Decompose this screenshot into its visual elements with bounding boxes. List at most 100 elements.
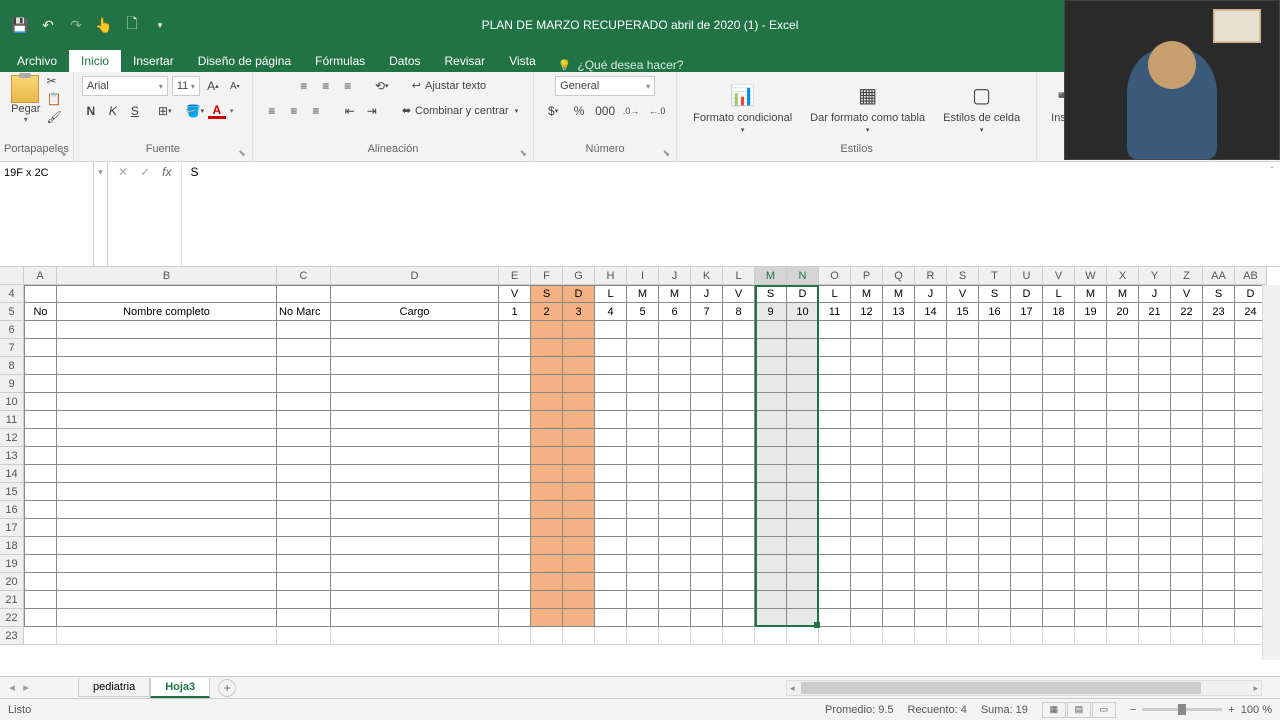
- cell[interactable]: 21: [1139, 303, 1171, 321]
- cell[interactable]: [499, 591, 531, 609]
- cell[interactable]: [627, 339, 659, 357]
- cell[interactable]: [723, 339, 755, 357]
- cell[interactable]: [1171, 501, 1203, 519]
- cell[interactable]: [24, 447, 57, 465]
- dialog-launcher-icon[interactable]: ⬊: [520, 148, 528, 159]
- cell[interactable]: [1139, 573, 1171, 591]
- number-format-select[interactable]: General▾: [555, 76, 655, 96]
- cell[interactable]: [723, 627, 755, 645]
- cell[interactable]: [787, 591, 819, 609]
- cell[interactable]: [24, 573, 57, 591]
- row-header[interactable]: 13: [0, 447, 24, 465]
- cell[interactable]: [1139, 483, 1171, 501]
- cell[interactable]: [947, 627, 979, 645]
- cell[interactable]: [979, 375, 1011, 393]
- cell[interactable]: [915, 609, 947, 627]
- cell[interactable]: [1139, 339, 1171, 357]
- cell[interactable]: [1139, 537, 1171, 555]
- cell[interactable]: [915, 483, 947, 501]
- cell[interactable]: [883, 465, 915, 483]
- cell[interactable]: [531, 627, 563, 645]
- cell[interactable]: [979, 411, 1011, 429]
- cell[interactable]: [1107, 375, 1139, 393]
- cell[interactable]: [277, 285, 331, 303]
- cell[interactable]: [24, 411, 57, 429]
- cell[interactable]: [851, 339, 883, 357]
- cell[interactable]: No: [24, 303, 57, 321]
- cell[interactable]: L: [595, 285, 627, 303]
- row-header[interactable]: 16: [0, 501, 24, 519]
- cell[interactable]: [819, 321, 851, 339]
- cell[interactable]: [1139, 591, 1171, 609]
- cell[interactable]: [1107, 411, 1139, 429]
- cell[interactable]: [563, 555, 595, 573]
- cell[interactable]: [499, 609, 531, 627]
- cell[interactable]: [883, 357, 915, 375]
- cell[interactable]: [947, 411, 979, 429]
- cell[interactable]: [659, 483, 691, 501]
- cell[interactable]: [1171, 465, 1203, 483]
- cell[interactable]: [531, 609, 563, 627]
- row-header[interactable]: 15: [0, 483, 24, 501]
- cell[interactable]: [331, 447, 499, 465]
- cell[interactable]: [1075, 357, 1107, 375]
- column-header[interactable]: P: [851, 267, 883, 285]
- cell[interactable]: [499, 501, 531, 519]
- qat-dropdown-icon[interactable]: ▾: [152, 17, 168, 33]
- cell[interactable]: [979, 555, 1011, 573]
- cell[interactable]: [531, 411, 563, 429]
- cell[interactable]: [1203, 393, 1235, 411]
- cell[interactable]: [563, 339, 595, 357]
- cell[interactable]: [595, 591, 627, 609]
- row-header[interactable]: 17: [0, 519, 24, 537]
- percent-icon[interactable]: %: [570, 102, 588, 120]
- cell[interactable]: D: [563, 285, 595, 303]
- fill-color-icon[interactable]: 🪣▾: [186, 102, 204, 120]
- cell[interactable]: 14: [915, 303, 947, 321]
- cell[interactable]: [57, 321, 277, 339]
- cell[interactable]: [531, 591, 563, 609]
- cell[interactable]: [277, 339, 331, 357]
- tab-formulas[interactable]: Fórmulas: [303, 50, 377, 72]
- italic-button[interactable]: K: [104, 102, 122, 120]
- cell[interactable]: [563, 501, 595, 519]
- cell[interactable]: [1075, 375, 1107, 393]
- column-header[interactable]: F: [531, 267, 563, 285]
- paste-button[interactable]: Pegar: [11, 103, 40, 115]
- cell[interactable]: [1011, 375, 1043, 393]
- cell[interactable]: [755, 465, 787, 483]
- cell[interactable]: V: [1171, 285, 1203, 303]
- cell[interactable]: [915, 465, 947, 483]
- cell[interactable]: [723, 573, 755, 591]
- touch-mode-icon[interactable]: 👆: [96, 17, 112, 33]
- cell[interactable]: [531, 483, 563, 501]
- cell[interactable]: [851, 573, 883, 591]
- cell[interactable]: [979, 483, 1011, 501]
- cell[interactable]: [1107, 591, 1139, 609]
- cell[interactable]: [755, 555, 787, 573]
- cell[interactable]: [1107, 519, 1139, 537]
- cell[interactable]: [595, 501, 627, 519]
- cell[interactable]: 1: [499, 303, 531, 321]
- row-header[interactable]: 10: [0, 393, 24, 411]
- cell[interactable]: V: [499, 285, 531, 303]
- cell[interactable]: [1043, 537, 1075, 555]
- cell[interactable]: [1107, 465, 1139, 483]
- save-icon[interactable]: 💾: [12, 17, 28, 33]
- cell[interactable]: [1171, 375, 1203, 393]
- cell[interactable]: [1139, 627, 1171, 645]
- cell[interactable]: [1107, 609, 1139, 627]
- cell[interactable]: No Marc: [277, 303, 331, 321]
- cell[interactable]: [691, 393, 723, 411]
- cell[interactable]: [24, 393, 57, 411]
- column-header[interactable]: B: [57, 267, 277, 285]
- undo-icon[interactable]: ↶: [40, 17, 56, 33]
- cell[interactable]: [499, 339, 531, 357]
- cell[interactable]: [819, 339, 851, 357]
- cell[interactable]: [563, 609, 595, 627]
- view-normal-icon[interactable]: ▦: [1042, 702, 1066, 718]
- cell[interactable]: [627, 483, 659, 501]
- cell[interactable]: [979, 519, 1011, 537]
- cell[interactable]: L: [1043, 285, 1075, 303]
- cell[interactable]: [1075, 573, 1107, 591]
